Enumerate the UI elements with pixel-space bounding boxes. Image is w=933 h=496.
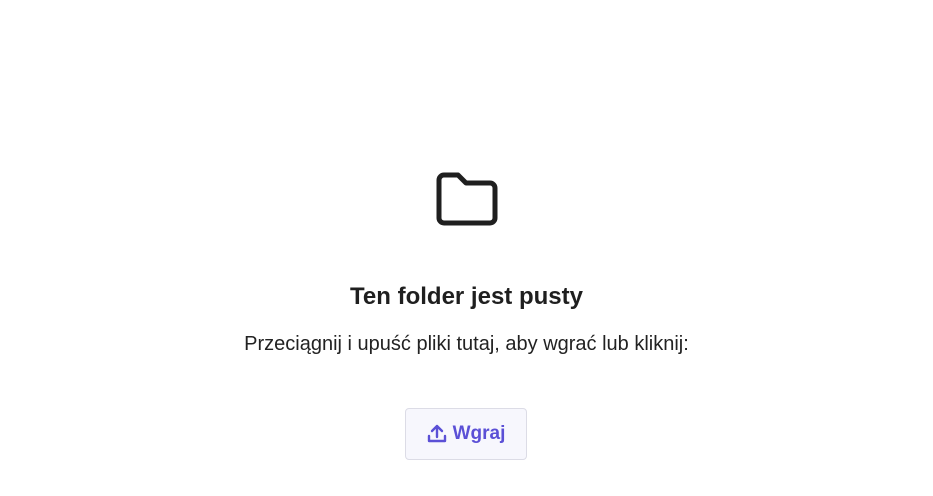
upload-icon: [427, 424, 446, 443]
empty-folder-instructions: Przeciągnij i upuść pliki tutaj, aby wgr…: [244, 333, 689, 355]
upload-button[interactable]: Wgraj: [405, 408, 527, 460]
upload-button-label: Wgraj: [452, 423, 506, 444]
folder-icon: [436, 172, 498, 226]
empty-state: Ten folder jest pusty Przeciągnij i upuś…: [0, 0, 933, 496]
empty-folder-title: Ten folder jest pusty: [350, 283, 583, 310]
